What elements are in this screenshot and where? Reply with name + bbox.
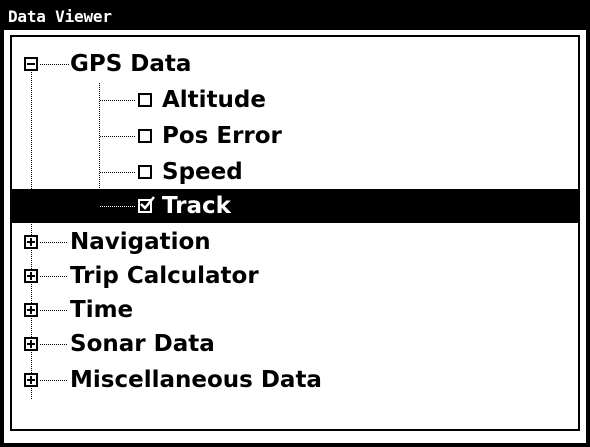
expand-icon[interactable] <box>24 373 38 387</box>
tree-view[interactable]: GPS Data Altitude Pos Error Speed Track … <box>10 35 580 431</box>
tree-container: GPS Data Altitude Pos Error Speed Track … <box>12 37 578 429</box>
tree-leaf-label: Speed <box>162 159 243 185</box>
checked-checkbox-icon[interactable] <box>138 196 155 213</box>
tree-leaf-speed[interactable]: Speed <box>12 155 578 189</box>
tree-node-gps-data[interactable]: GPS Data <box>12 47 578 81</box>
tree-node-label: GPS Data <box>70 51 192 77</box>
tree-branch-line <box>40 64 70 65</box>
tree-branch-line <box>40 344 68 345</box>
data-viewer-window: Data Viewer GPS Data Altitude Pos Error … <box>0 0 590 447</box>
tree-leaf-pos-error[interactable]: Pos Error <box>12 119 578 153</box>
tree-branch-line <box>100 136 136 137</box>
expand-icon[interactable] <box>24 269 38 283</box>
checkmark-icon <box>140 196 155 210</box>
tree-node-navigation[interactable]: Navigation <box>12 225 578 259</box>
tree-node-label: Trip Calculator <box>70 263 259 289</box>
tree-node-label: Miscellaneous Data <box>70 367 322 393</box>
tree-leaf-label: Altitude <box>162 87 266 113</box>
expand-icon[interactable] <box>24 337 38 351</box>
tree-leaf-track[interactable]: Track <box>12 189 578 223</box>
tree-node-trip-calculator[interactable]: Trip Calculator <box>12 259 578 293</box>
window-title: Data Viewer <box>4 4 586 30</box>
checkbox-icon[interactable] <box>138 165 152 179</box>
checkbox-icon[interactable] <box>138 93 152 107</box>
tree-leaf-altitude[interactable]: Altitude <box>12 83 578 117</box>
tree-branch-line <box>100 100 136 101</box>
expand-icon[interactable] <box>24 235 38 249</box>
tree-branch-line <box>100 172 136 173</box>
checkbox-icon[interactable] <box>138 129 152 143</box>
tree-branch-line <box>40 276 68 277</box>
collapse-icon[interactable] <box>24 57 38 71</box>
tree-leaf-label: Pos Error <box>162 123 282 149</box>
tree-node-label: Navigation <box>70 229 211 255</box>
tree-branch-line <box>40 310 68 311</box>
tree-branch-line <box>40 380 68 381</box>
tree-node-label: Sonar Data <box>70 331 215 357</box>
tree-leaf-label: Track <box>162 193 231 219</box>
tree-node-sonar-data[interactable]: Sonar Data <box>12 327 578 361</box>
tree-node-time[interactable]: Time <box>12 293 578 327</box>
tree-node-miscellaneous-data[interactable]: Miscellaneous Data <box>12 363 578 397</box>
expand-icon[interactable] <box>24 303 38 317</box>
tree-node-label: Time <box>70 297 134 323</box>
tree-branch-line <box>100 206 136 207</box>
tree-branch-line <box>40 242 68 243</box>
